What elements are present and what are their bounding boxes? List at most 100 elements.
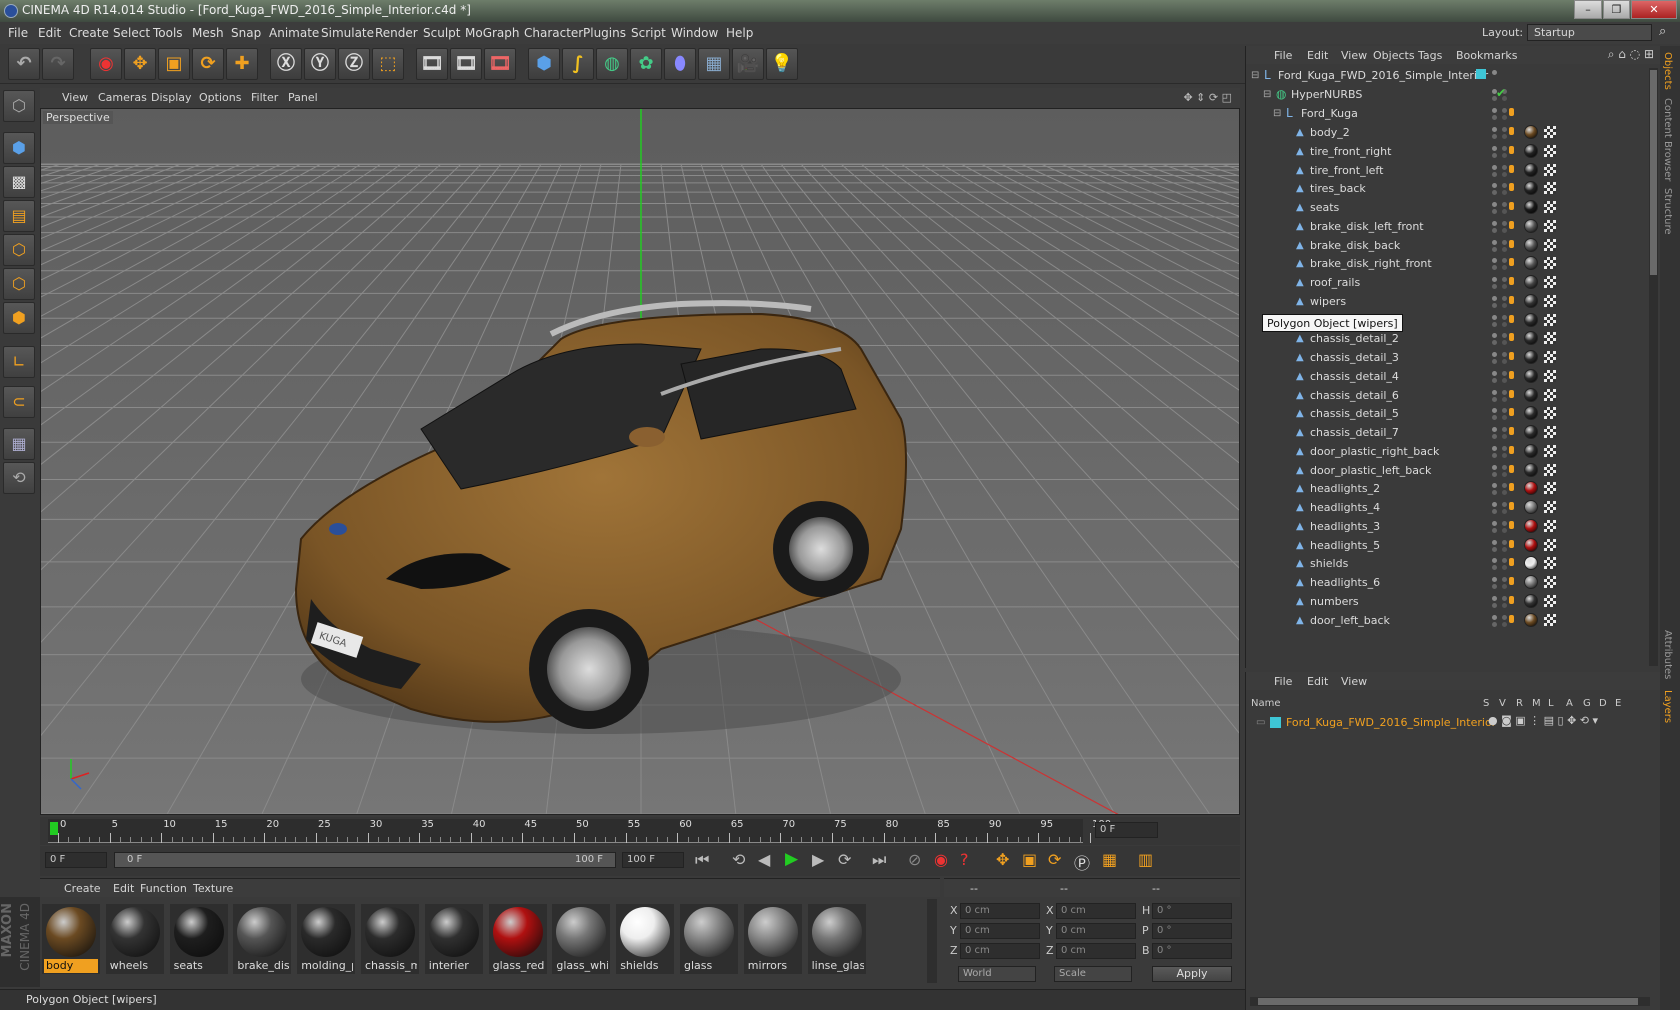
phong-tag-icon[interactable] bbox=[1509, 277, 1514, 285]
texture-tag-icon[interactable] bbox=[1544, 163, 1556, 176]
key-parameter-icon[interactable]: Ⓟ bbox=[1074, 850, 1090, 874]
render-visibility-dot[interactable] bbox=[1502, 614, 1507, 620]
nurbs-icon[interactable]: ◍ bbox=[596, 48, 628, 80]
phong-tag-icon[interactable] bbox=[1509, 370, 1514, 379]
material-tag-icon[interactable] bbox=[1524, 200, 1538, 214]
editor-visibility-dot[interactable] bbox=[1492, 502, 1497, 507]
material-tag-icon[interactable] bbox=[1524, 256, 1538, 271]
texture-tag-icon[interactable] bbox=[1544, 238, 1556, 251]
editor-visibility-dot[interactable] bbox=[1492, 277, 1497, 282]
object-item[interactable]: ▲ door_plastic_right_back bbox=[1246, 442, 1646, 462]
texture-tag-icon[interactable] bbox=[1544, 219, 1556, 232]
object-menu-view[interactable]: View bbox=[1341, 49, 1367, 62]
editor-visibility-dot[interactable] bbox=[1492, 127, 1497, 132]
undo-icon[interactable]: ↶ bbox=[8, 48, 40, 80]
render-settings-icon[interactable]: 🎞 bbox=[484, 48, 516, 80]
render-visibility-dot[interactable] bbox=[1502, 427, 1507, 432]
workplane-mode-icon[interactable]: ▤ bbox=[3, 200, 35, 232]
material-brake_disk[interactable]: brake_disk bbox=[233, 904, 292, 974]
world-select[interactable]: World bbox=[958, 966, 1036, 982]
material-menu-create[interactable]: Create bbox=[64, 882, 101, 895]
render-visibility-dot[interactable] bbox=[1502, 277, 1507, 282]
render-visibility-dot[interactable] bbox=[1502, 445, 1507, 451]
layer-flags[interactable]: ● ◙ ▣ ⋮ ▤ ▯ ✥ ⟲ ▾ bbox=[1488, 714, 1598, 727]
scale-select[interactable]: Scale bbox=[1054, 966, 1132, 982]
z-axis-lock-icon[interactable]: Ⓩ bbox=[338, 48, 370, 80]
phong-tag-icon[interactable] bbox=[1509, 445, 1514, 454]
layer-color-swatch[interactable] bbox=[1270, 717, 1281, 728]
add-tool-icon[interactable]: ✚ bbox=[226, 48, 258, 80]
texture-tag-icon[interactable] bbox=[1544, 463, 1556, 476]
floor-scene-icon[interactable]: ▦ bbox=[698, 48, 730, 80]
render-visibility-dot[interactable] bbox=[1502, 164, 1507, 170]
object-toolbar-icons[interactable]: ⌕ ⌂ ◌ ⊞ bbox=[1608, 47, 1654, 62]
material-tag-icon[interactable] bbox=[1524, 537, 1538, 552]
light-icon[interactable]: 💡 bbox=[766, 48, 798, 80]
snap-icon[interactable]: ▦ bbox=[3, 428, 35, 460]
magnet-icon[interactable]: ⊂ bbox=[3, 386, 35, 418]
editor-visibility-dot[interactable] bbox=[1492, 595, 1497, 601]
object-scrollbar[interactable] bbox=[1649, 68, 1658, 666]
texture-tag-icon[interactable] bbox=[1544, 294, 1556, 307]
material-tag-icon[interactable] bbox=[1524, 125, 1538, 139]
apply-button[interactable]: Apply bbox=[1152, 966, 1232, 982]
object-item[interactable]: ▲ chassis_detail_5 bbox=[1246, 404, 1646, 424]
timeline-window-icon[interactable]: ▥ bbox=[1138, 850, 1153, 869]
texture-tag-icon[interactable] bbox=[1544, 126, 1556, 138]
close-button[interactable]: ✕ bbox=[1631, 0, 1677, 19]
texture-tag-icon[interactable] bbox=[1544, 144, 1556, 157]
phong-tag-icon[interactable] bbox=[1509, 239, 1514, 248]
edges-mode-icon[interactable]: ⬡ bbox=[3, 268, 35, 300]
object-item[interactable]: ▲ chassis_detail_4 bbox=[1246, 367, 1646, 387]
menu-mesh[interactable]: Mesh bbox=[192, 26, 224, 40]
goto-start-icon[interactable]: ⏮ bbox=[695, 850, 709, 870]
texture-tag-icon[interactable] bbox=[1544, 594, 1556, 607]
menu-edit[interactable]: Edit bbox=[38, 26, 61, 40]
scale-tool-icon[interactable]: ▣ bbox=[158, 48, 190, 80]
render-visibility-dot[interactable] bbox=[1502, 108, 1507, 113]
current-frame-field[interactable]: 0 F bbox=[1095, 822, 1158, 838]
object-item[interactable]: ▲ numbers bbox=[1246, 592, 1646, 612]
render-visibility-dot[interactable] bbox=[1502, 352, 1507, 357]
editor-visibility-dot[interactable] bbox=[1492, 183, 1497, 189]
menu-render[interactable]: Render bbox=[375, 26, 418, 40]
minimize-button[interactable]: – bbox=[1574, 0, 1602, 19]
menu-select[interactable]: Select bbox=[113, 26, 150, 40]
perspective-viewport[interactable]: KUGA Perspective bbox=[40, 108, 1240, 815]
texture-tag-icon[interactable] bbox=[1544, 482, 1556, 495]
render-visibility-dot[interactable] bbox=[1502, 595, 1507, 601]
object-item[interactable]: ▲ tires_back bbox=[1246, 179, 1646, 199]
editor-visibility-dot[interactable] bbox=[1492, 427, 1497, 432]
render-visibility-dot[interactable] bbox=[1502, 333, 1507, 339]
layer-tag[interactable] bbox=[1476, 69, 1486, 79]
menu-snap[interactable]: Snap bbox=[231, 26, 261, 40]
editor-visibility-dot[interactable] bbox=[1492, 577, 1497, 582]
material-glass_whit[interactable]: glass_whit bbox=[552, 904, 611, 974]
object-menu-objects[interactable]: Objects bbox=[1373, 49, 1415, 62]
object-menu-tags[interactable]: Tags bbox=[1418, 49, 1442, 62]
object-menu-edit[interactable]: Edit bbox=[1307, 49, 1328, 62]
material-tag-icon[interactable] bbox=[1524, 425, 1538, 439]
editor-visibility-dot[interactable] bbox=[1492, 314, 1497, 320]
material-tag-icon[interactable] bbox=[1524, 406, 1538, 421]
viewport-menu-options[interactable]: Options bbox=[199, 91, 241, 104]
make-editable-icon[interactable]: ⬡ bbox=[3, 90, 35, 122]
layer-column-r[interactable]: R bbox=[1516, 698, 1523, 709]
material-chassis_me[interactable]: chassis_me bbox=[361, 904, 419, 974]
texture-tag-icon[interactable] bbox=[1544, 613, 1556, 626]
texture-tag-icon[interactable] bbox=[1544, 351, 1556, 363]
size-field[interactable]: 0 cm bbox=[1056, 943, 1136, 959]
play-icon[interactable]: ▶ bbox=[785, 849, 798, 869]
editor-visibility-dot[interactable] bbox=[1492, 558, 1497, 564]
material-tag-icon[interactable] bbox=[1524, 518, 1538, 533]
editor-visibility-dot[interactable] bbox=[1492, 145, 1497, 151]
phong-tag-icon[interactable] bbox=[1509, 352, 1514, 360]
phong-tag-icon[interactable] bbox=[1509, 520, 1514, 529]
timeline[interactable]: 0510152025303540455055606570758085909510… bbox=[40, 817, 1240, 845]
material-menu-texture[interactable]: Texture bbox=[193, 882, 233, 895]
tab-content-browser[interactable]: Content Browser bbox=[1662, 98, 1673, 181]
move-tool-icon[interactable]: ✥ bbox=[124, 48, 156, 80]
start-frame-field[interactable]: 0 F bbox=[45, 852, 107, 868]
key-pla-icon[interactable]: ▦ bbox=[1102, 850, 1117, 869]
size-field[interactable]: 0 cm bbox=[1056, 923, 1136, 939]
